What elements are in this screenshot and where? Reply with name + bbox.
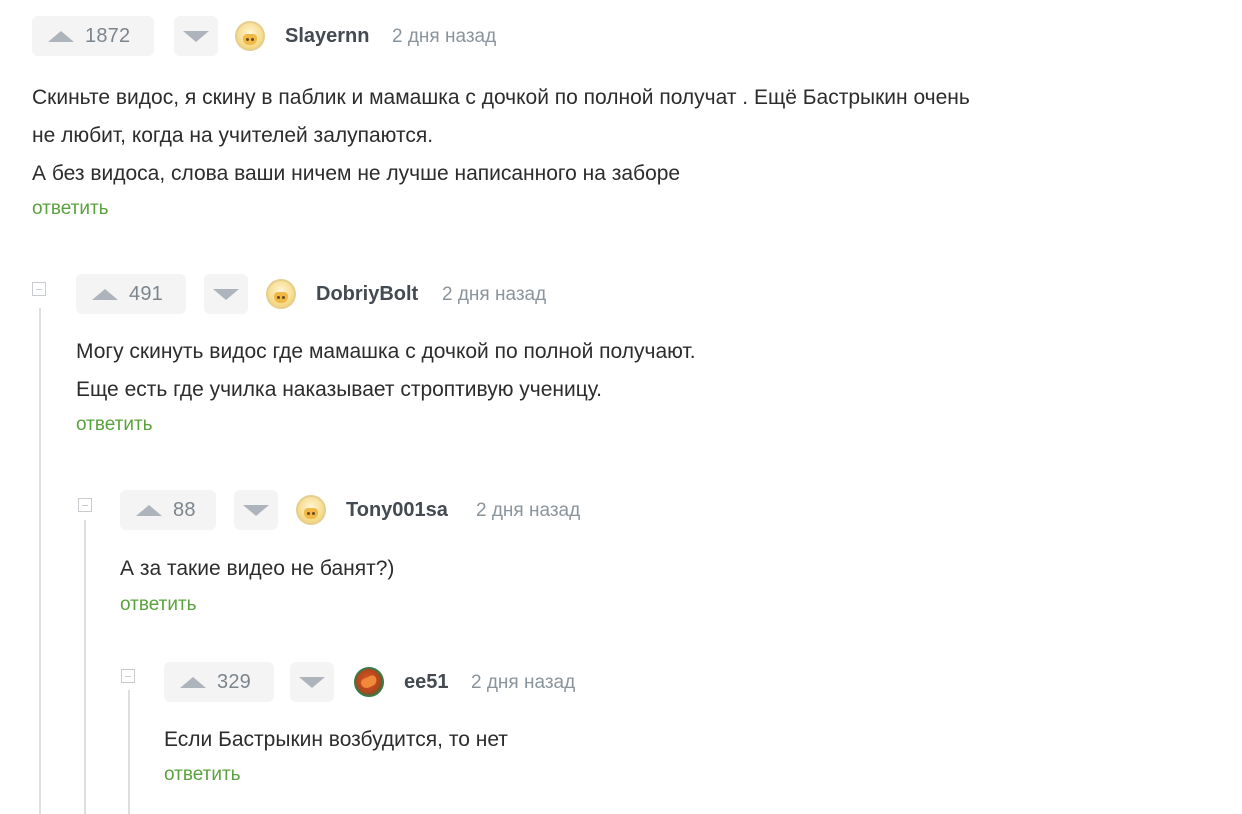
comment-text-line: А за такие видео не банят?)	[120, 557, 395, 580]
rating-pill: 1872	[32, 16, 154, 56]
rating-pill: 88	[120, 490, 216, 530]
collapse-thread-button[interactable]	[121, 669, 135, 683]
comment-text-line: А без видоса, слова ваши ничем не лучше …	[32, 162, 681, 185]
comment: 329 ee51 2 дня назад Если Бастрыкин возб…	[164, 662, 1164, 786]
upvote-icon[interactable]	[48, 30, 74, 42]
downvote-icon	[183, 30, 209, 42]
comment-text-line: Скиньте видос, я скину в паблик и мамашк…	[32, 86, 970, 109]
downvote-button[interactable]	[174, 16, 218, 56]
username-link[interactable]: ee51	[404, 671, 449, 694]
comment: 1872 Slayernn 2 дня назад Скиньте видос,…	[32, 16, 1222, 220]
comment-header: 88 Tony001sa 2 дня назад	[120, 490, 1170, 534]
reply-link[interactable]: ответить	[76, 414, 1176, 436]
rating-pill: 329	[164, 662, 274, 702]
upvote-icon[interactable]	[136, 504, 162, 516]
reply-link[interactable]: ответить	[120, 594, 1170, 616]
comment-text-line: не любит, когда на учителей залупаются.	[32, 124, 434, 147]
thread-line-level-3[interactable]	[128, 690, 130, 814]
comment-body: А за такие видео не банят?)	[120, 550, 1170, 588]
downvote-icon	[213, 288, 239, 300]
username-link[interactable]: DobriyBolt	[316, 283, 418, 306]
thread-line-level-2[interactable]	[84, 520, 86, 814]
downvote-button[interactable]	[290, 662, 334, 702]
upvote-icon[interactable]	[180, 676, 206, 688]
comment-body: Если Бастрыкин возбудится, то нет	[164, 721, 1164, 759]
timestamp[interactable]: 2 дня назад	[442, 284, 546, 306]
smiling-creature-avatar-icon[interactable]	[235, 21, 265, 51]
collapse-thread-button[interactable]	[78, 498, 92, 512]
downvote-button[interactable]	[204, 274, 248, 314]
reply-link[interactable]: ответить	[32, 198, 1222, 220]
downvote-icon	[299, 676, 325, 688]
timestamp[interactable]: 2 дня назад	[471, 672, 575, 694]
username-link[interactable]: Tony001sa	[346, 499, 448, 522]
smiling-creature-avatar-icon[interactable]	[296, 495, 326, 525]
username-link[interactable]: Slayernn	[285, 25, 369, 48]
downvote-icon	[243, 504, 269, 516]
collapse-thread-button[interactable]	[32, 282, 46, 296]
rating-count: 88	[173, 498, 196, 521]
comment-header: 491 DobriyBolt 2 дня назад	[76, 274, 1176, 318]
comment: 491 DobriyBolt 2 дня назад Могу скинуть …	[76, 274, 1176, 436]
rating-pill: 491	[76, 274, 186, 314]
timestamp[interactable]: 2 дня назад	[476, 500, 580, 522]
comment-header: 329 ee51 2 дня назад	[164, 662, 1164, 706]
comment-header: 1872 Slayernn 2 дня назад	[32, 16, 1222, 60]
comment-body: Могу скинуть видос где мамашка с дочкой …	[76, 333, 1176, 409]
rating-count: 329	[217, 670, 251, 693]
comment-text-line: Если Бастрыкин возбудится, то нет	[164, 728, 508, 751]
comment-text-line: Еще есть где училка наказывает строптиву…	[76, 378, 603, 401]
upvote-icon[interactable]	[92, 288, 118, 300]
downvote-button[interactable]	[234, 490, 278, 530]
rating-count: 491	[129, 282, 163, 305]
comment-text-line: Могу скинуть видос где мамашка с дочкой …	[76, 340, 696, 363]
thread-line-level-1[interactable]	[39, 308, 41, 814]
comment: 88 Tony001sa 2 дня назад А за такие виде…	[120, 490, 1170, 616]
comment-body: Скиньте видос, я скину в паблик и мамашк…	[32, 79, 1222, 193]
custom-avatar-icon[interactable]	[354, 667, 384, 697]
timestamp[interactable]: 2 дня назад	[392, 26, 496, 48]
smiling-creature-avatar-icon[interactable]	[266, 279, 296, 309]
reply-link[interactable]: ответить	[164, 764, 1164, 786]
rating-count: 1872	[85, 24, 131, 47]
